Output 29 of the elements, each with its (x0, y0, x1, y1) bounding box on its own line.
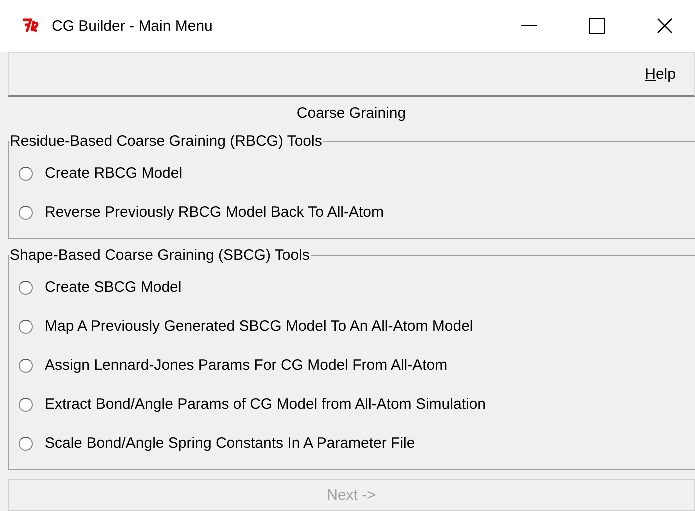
menu-item[interactable]: Help (645, 66, 676, 82)
radio-option[interactable]: Assign Lennard-Jones Params For CG Model From All-Atom (19, 346, 695, 385)
option-label: Extract Bond/Angle Params of CG Model from All-Atom Simulation (45, 396, 486, 413)
radio-option[interactable]: Extract Bond/Angle Params of CG Model from All-Atom Simulation (19, 385, 695, 424)
section-heading: Coarse Graining (296, 104, 408, 124)
radio-option[interactable]: Create SBCG Model (19, 268, 695, 307)
radio-icon[interactable] (19, 398, 33, 412)
radio-icon[interactable] (19, 166, 33, 180)
radio-option[interactable]: Scale Bond/Angle Spring Constants In A Parameter File (19, 424, 695, 463)
radio-option[interactable]: Reverse Previously RBCG Model Back To All-Atom (19, 193, 695, 232)
radio-icon[interactable] (19, 320, 33, 334)
minimize-icon (521, 25, 537, 27)
option-label: Scale Bond/Angle Spring Constants In A Parameter File (45, 435, 416, 452)
window-title: CG Builder - Main Menu (52, 18, 214, 34)
radio-icon[interactable] (19, 358, 33, 372)
radio-option[interactable]: Create RBCG Model (19, 154, 695, 193)
option-label: Map A Previously Generated SBCG Model To An All-Atom Model (45, 318, 474, 335)
close-icon (657, 18, 673, 34)
option-label: Create RBCG Model (45, 165, 183, 182)
radio-icon[interactable] (19, 280, 33, 294)
option-label: Create SBCG Model (45, 279, 182, 296)
radio-icon[interactable] (19, 206, 33, 220)
group-title: Shape-Based Coarse Graining (SBCG) Tools (9, 247, 311, 264)
option-label: Reverse Previously RBCG Model Back To All-Atom (45, 204, 384, 221)
option-label: Assign Lennard-Jones Params For CG Model From All-Atom (45, 357, 448, 374)
radio-icon[interactable] (19, 436, 33, 450)
maximize-icon (589, 18, 605, 34)
group-title: Residue-Based Coarse Graining (RBCG) Tools (9, 133, 324, 150)
radio-option[interactable]: Map A Previously Generated SBCG Model To An All-Atom Model (19, 307, 695, 346)
